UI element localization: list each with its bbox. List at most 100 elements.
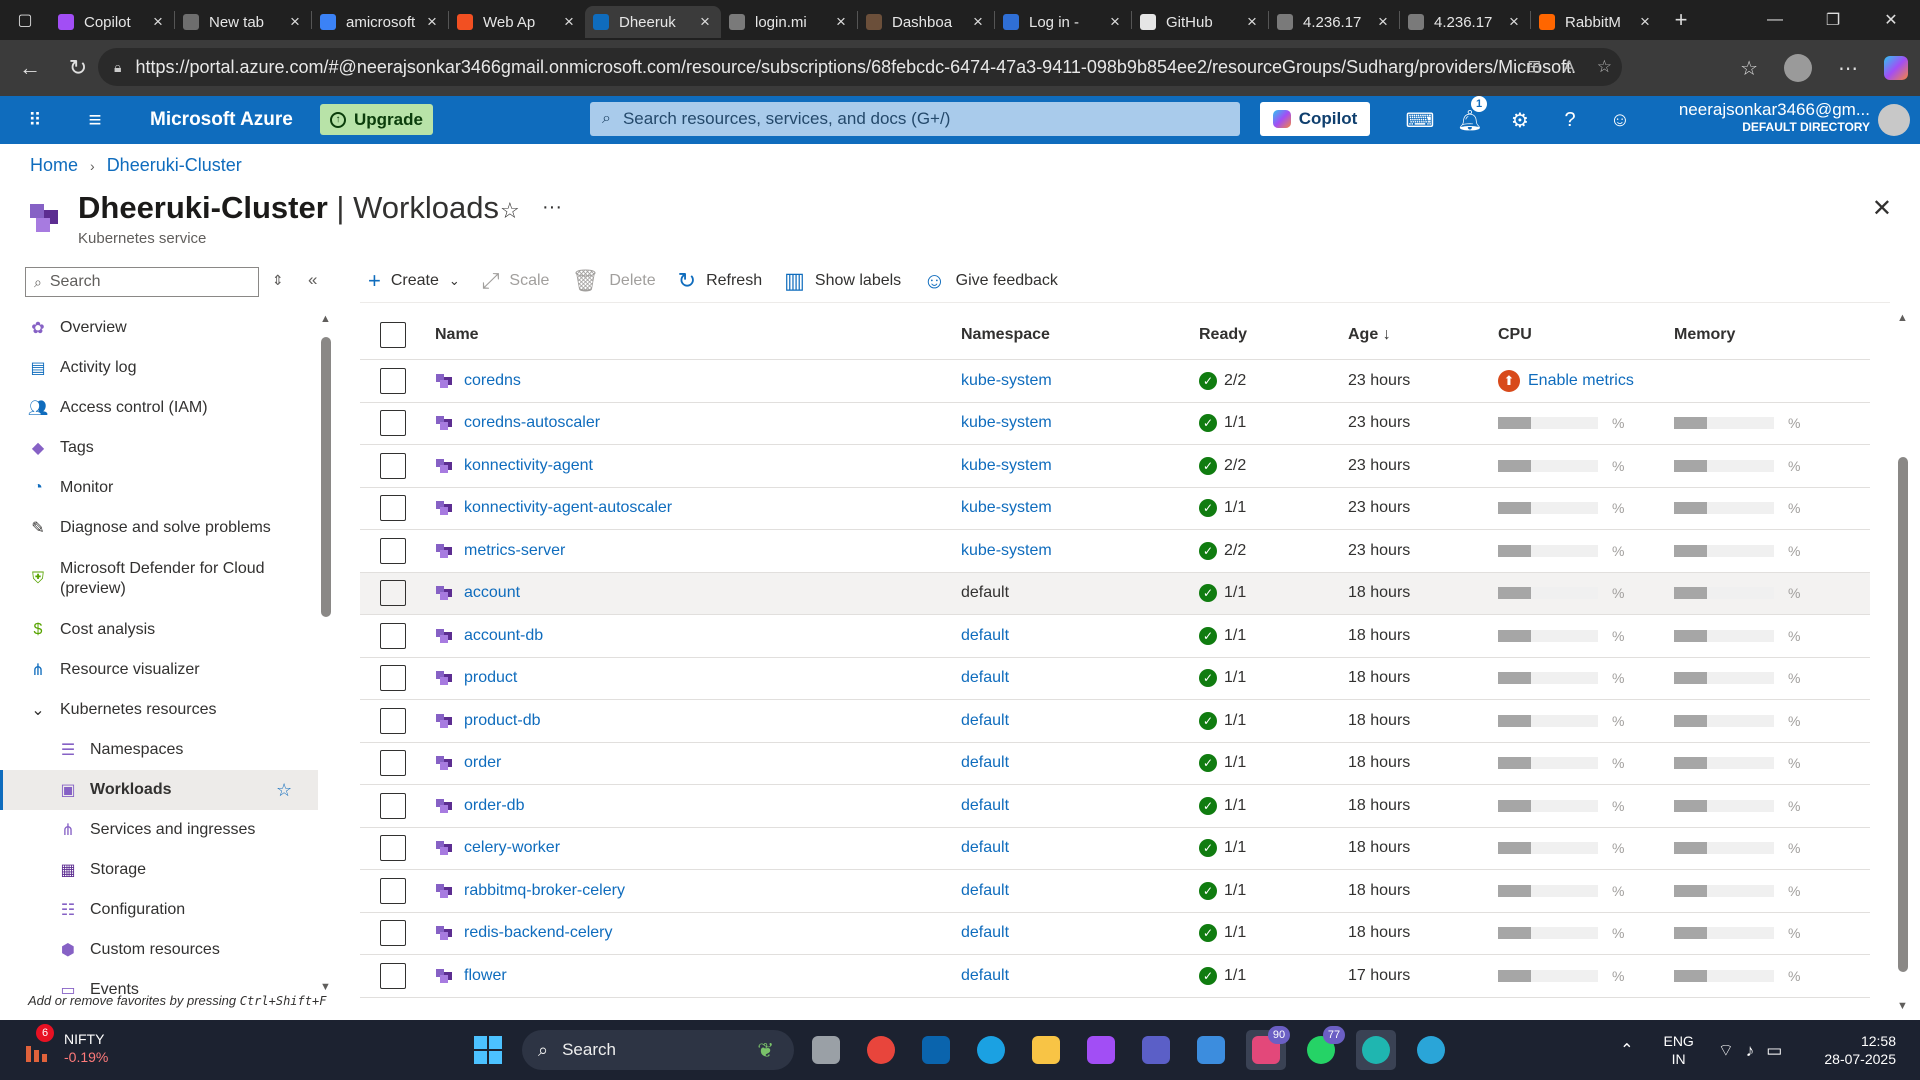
- namespace-link[interactable]: default: [961, 882, 1009, 900]
- browser-tab[interactable]: login.mi ×: [721, 6, 857, 38]
- favorite-star-icon[interactable]: ☆: [276, 780, 292, 801]
- workload-name-link[interactable]: celery-worker: [435, 839, 560, 857]
- app-available-icon[interactable]: ⊞: [1527, 57, 1541, 77]
- workload-name-link[interactable]: account-db: [435, 627, 543, 645]
- settings-more-icon[interactable]: ⋯: [1838, 56, 1858, 81]
- tab-close-icon[interactable]: ×: [424, 12, 440, 32]
- reload-icon[interactable]: ↻: [54, 48, 102, 88]
- workload-name-link[interactable]: coredns: [435, 372, 521, 390]
- browser-tab[interactable]: amicrosoft ×: [312, 6, 448, 38]
- edge-beta-icon[interactable]: [1411, 1030, 1451, 1070]
- start-windows-icon[interactable]: [474, 1036, 502, 1064]
- sidebar-item-workloads[interactable]: ▣ Workloads ☆: [0, 770, 318, 810]
- table-row[interactable]: account-db default ✓ 1/1 18 hours%%: [360, 615, 1870, 658]
- wifi-volume-battery-icons[interactable]: ⌔♪▭: [1718, 1040, 1795, 1061]
- column-header-age[interactable]: Age ↓: [1348, 326, 1391, 344]
- namespace-link[interactable]: kube-system: [961, 457, 1052, 475]
- namespace-link[interactable]: kube-system: [961, 499, 1052, 517]
- sidebar-item-resource-visualizer[interactable]: ⋔ Resource visualizer: [0, 650, 318, 690]
- read-aloud-icon[interactable]: A: [1563, 57, 1574, 77]
- sidebar-item-access-control-iam[interactable]: 👥︎ Access control (IAM): [0, 388, 318, 428]
- browser-tab[interactable]: New tab ×: [175, 6, 311, 38]
- back-icon[interactable]: ←: [6, 48, 54, 88]
- chrome-icon[interactable]: [861, 1030, 901, 1070]
- browser-tab[interactable]: Dashboa ×: [858, 6, 994, 38]
- settings-icon[interactable]: ⚙: [1495, 108, 1545, 133]
- azure-brand[interactable]: Microsoft Azure: [150, 109, 293, 131]
- table-row[interactable]: konnectivity-agent-autoscaler kube-system…: [360, 488, 1870, 530]
- workload-name-link[interactable]: product-db: [435, 712, 541, 730]
- show-labels-button[interactable]: ▥ Show labels: [784, 268, 901, 294]
- tab-close-icon[interactable]: ×: [970, 12, 986, 32]
- sidebar-item-microsoft-defender-for-cloud-preview[interactable]: ⛨ Microsoft Defender for Cloud (preview): [0, 548, 318, 610]
- expand-collapse-icon[interactable]: ⇕: [272, 272, 284, 289]
- row-checkbox[interactable]: [380, 750, 406, 777]
- browser-tab[interactable]: Log in - ×: [995, 6, 1131, 38]
- workload-name-link[interactable]: order-db: [435, 797, 524, 815]
- url-text[interactable]: https://portal.azure.com/#@neerajsonkar3…: [135, 57, 1575, 78]
- workload-name-link[interactable]: konnectivity-agent-autoscaler: [435, 499, 672, 517]
- enable-metrics-link[interactable]: ⬆ Enable metrics: [1498, 369, 1634, 392]
- workload-name-link[interactable]: account: [435, 584, 520, 602]
- sidebar-item-configuration[interactable]: ☷ Configuration: [0, 890, 318, 930]
- breadcrumb-cluster[interactable]: Dheeruki-Cluster: [107, 155, 242, 176]
- scroll-up-icon[interactable]: ▲: [320, 313, 331, 325]
- collapse-menu-icon[interactable]: «: [308, 270, 317, 290]
- workload-name-link[interactable]: rabbitmq-broker-celery: [435, 882, 625, 900]
- namespace-link[interactable]: default: [961, 712, 1009, 730]
- refresh-button[interactable]: ↻ Refresh: [678, 268, 762, 294]
- workload-name-link[interactable]: metrics-server: [435, 542, 565, 560]
- sidebar-item-activity-log[interactable]: ▤ Activity log: [0, 348, 318, 388]
- namespace-link[interactable]: kube-system: [961, 542, 1052, 560]
- tab-close-icon[interactable]: ×: [697, 12, 713, 32]
- select-all-checkbox[interactable]: [380, 321, 406, 348]
- table-row[interactable]: coredns kube-system ✓ 2/2 23 hours ⬆ Enable me…: [360, 360, 1870, 403]
- copilot-icon[interactable]: [1081, 1030, 1121, 1070]
- app-launcher-icon[interactable]: ⠿: [0, 110, 70, 131]
- table-row[interactable]: konnectivity-agent kube-system ✓ 2/2 23 hour…: [360, 445, 1870, 488]
- column-header-ready[interactable]: Ready: [1199, 326, 1247, 344]
- sidebar-item-cost-analysis[interactable]: $ Cost analysis: [0, 610, 318, 650]
- sidebar-item-diagnose-and-solve-problems[interactable]: ✎ Diagnose and solve problems: [0, 508, 318, 548]
- browser-tab[interactable]: GitHub ×: [1132, 6, 1268, 38]
- column-header-memory[interactable]: Memory: [1674, 326, 1735, 344]
- namespace-link[interactable]: default: [961, 669, 1009, 687]
- maximize-icon[interactable]: ❐: [1804, 0, 1862, 40]
- copilot-sidebar-icon[interactable]: [1884, 56, 1908, 80]
- outlook-icon[interactable]: [916, 1030, 956, 1070]
- feedback-icon[interactable]: ☺: [1595, 109, 1645, 132]
- namespace-link[interactable]: default: [961, 627, 1009, 645]
- namespace-link[interactable]: default: [961, 967, 1009, 985]
- table-row[interactable]: product default ✓ 1/1 18 hours%%: [360, 658, 1870, 700]
- browser-tab[interactable]: Dheeruk ×: [585, 6, 721, 38]
- taskbar-search[interactable]: ⌕ Search ❦: [522, 1030, 794, 1070]
- sidebar-item-storage[interactable]: ▦ Storage: [0, 850, 318, 890]
- sidebar-item-custom-resources[interactable]: ⬢ Custom resources: [0, 930, 318, 970]
- show-hidden-icons-icon[interactable]: ⌃: [1620, 1040, 1633, 1060]
- browser-tab[interactable]: 4.236.17 ×: [1269, 6, 1399, 38]
- help-icon[interactable]: ?: [1545, 109, 1595, 132]
- table-row[interactable]: account default ✓ 1/1 18 hours%%: [360, 572, 1870, 615]
- sidebar-item-services-and-ingresses[interactable]: ⋔ Services and ingresses: [0, 810, 318, 850]
- whatsapp-icon[interactable]: 77: [1301, 1026, 1345, 1070]
- edge-icon[interactable]: [971, 1030, 1011, 1070]
- row-checkbox[interactable]: [380, 665, 406, 692]
- tab-close-icon[interactable]: ×: [1375, 12, 1391, 32]
- language-indicator[interactable]: ENG IN: [1663, 1032, 1693, 1068]
- cloud-shell-icon[interactable]: ⌨: [1395, 108, 1445, 133]
- scrollbar-thumb[interactable]: [1898, 457, 1908, 972]
- scrollbar-thumb[interactable]: [321, 337, 331, 617]
- tab-close-icon[interactable]: ×: [150, 12, 166, 32]
- tab-close-icon[interactable]: ×: [1637, 12, 1653, 32]
- upgrade-button[interactable]: ↑ Upgrade: [320, 104, 433, 135]
- tab-close-icon[interactable]: ×: [1107, 12, 1123, 32]
- row-checkbox[interactable]: [380, 580, 406, 607]
- workload-name-link[interactable]: product: [435, 669, 517, 687]
- table-row[interactable]: order default ✓ 1/1 18 hours%%: [360, 743, 1870, 785]
- folder-icon[interactable]: [1026, 1030, 1066, 1070]
- namespace-link[interactable]: kube-system: [961, 372, 1052, 390]
- table-row[interactable]: product-db default ✓ 1/1 18 hours%%: [360, 700, 1870, 743]
- clock[interactable]: 12:58 28-07-2025: [1824, 1032, 1896, 1068]
- row-checkbox[interactable]: [380, 707, 406, 734]
- scroll-up-icon[interactable]: ▲: [1897, 312, 1908, 324]
